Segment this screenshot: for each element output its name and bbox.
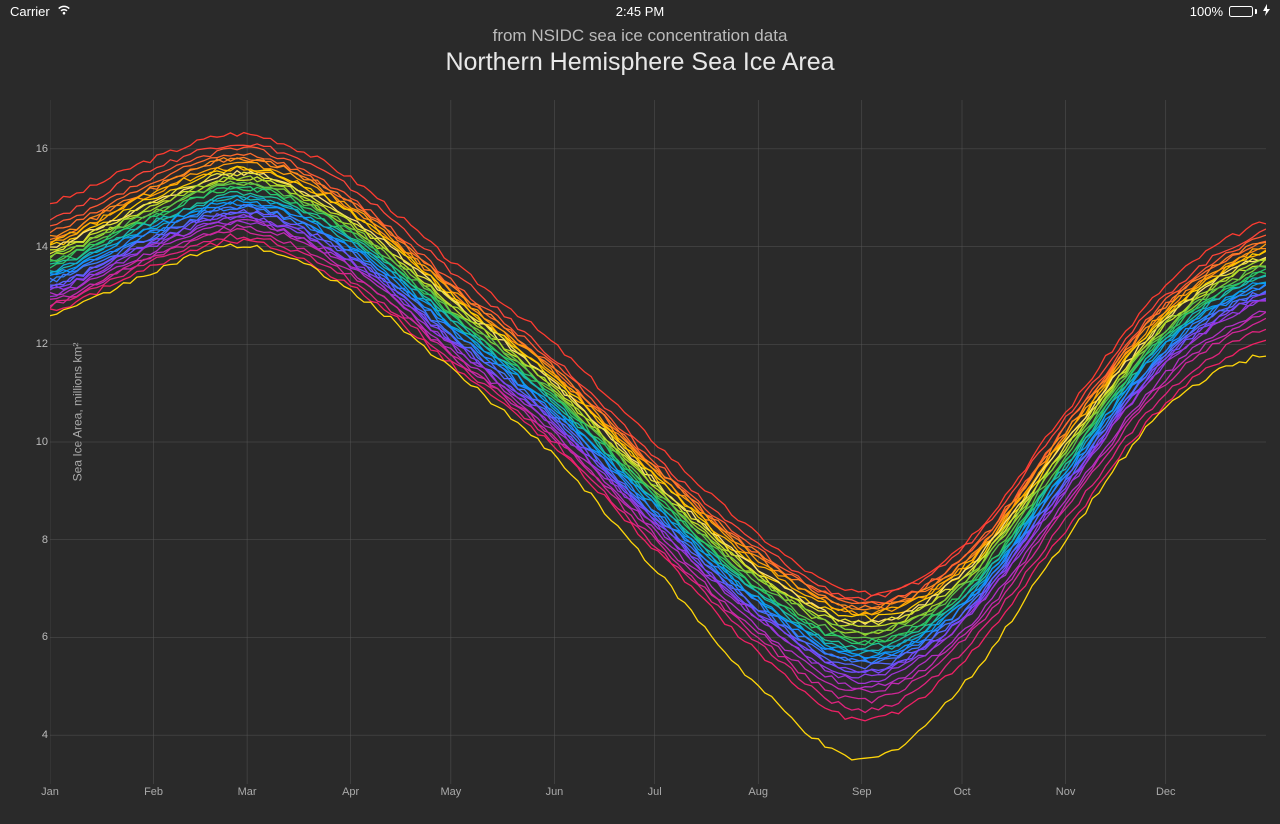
status-bar: Carrier 2:45 PM 100% (0, 0, 1280, 22)
series-line (50, 205, 1266, 664)
wifi-icon (56, 4, 72, 19)
x-tick: Jul (648, 786, 662, 798)
series-line (50, 172, 1266, 624)
y-tick: 6 (42, 631, 48, 643)
plot-svg (50, 100, 1266, 784)
y-axis-ticks: 4 6 8 10 12 14 16 (28, 100, 48, 784)
series-line (50, 176, 1266, 626)
series-line (50, 167, 1266, 616)
carrier-label: Carrier (10, 4, 50, 19)
x-tick: Jun (546, 786, 564, 798)
series-group (50, 133, 1266, 760)
y-tick: 14 (36, 241, 48, 253)
y-tick: 10 (36, 436, 48, 448)
series-line (50, 153, 1266, 604)
y-tick: 12 (36, 338, 48, 350)
series-line (50, 216, 1266, 674)
series-line (50, 147, 1266, 604)
x-tick: Dec (1156, 786, 1176, 798)
x-tick: Apr (342, 786, 359, 798)
x-tick: Jan (41, 786, 59, 798)
y-tick: 8 (42, 534, 48, 546)
x-axis-ticks: JanFebMarAprMayJunJulAugSepOctNovDec (50, 786, 1266, 806)
chart-title: Northern Hemisphere Sea Ice Area (0, 48, 1280, 77)
chart-header: from NSIDC sea ice concentration data No… (0, 26, 1280, 77)
x-tick: Oct (953, 786, 970, 798)
series-line (50, 202, 1266, 658)
chart-area: 46810121416 JanFebMarAprMayJunJulAugSepO… (50, 100, 1266, 784)
series-line (50, 221, 1266, 684)
x-tick: Mar (238, 786, 257, 798)
chart-subtitle: from NSIDC sea ice concentration data (0, 26, 1280, 46)
status-right: 100% (1190, 4, 1270, 19)
x-tick: Nov (1056, 786, 1076, 798)
x-tick: Feb (144, 786, 163, 798)
series-line (50, 205, 1266, 663)
x-tick: May (440, 786, 461, 798)
series-line (50, 234, 1266, 713)
clock-label: 2:45 PM (616, 4, 664, 19)
battery-pct-label: 100% (1190, 4, 1223, 19)
x-tick: Aug (748, 786, 768, 798)
status-time: 2:45 PM (616, 4, 664, 19)
y-tick: 4 (42, 729, 48, 741)
charging-icon (1263, 4, 1270, 19)
series-line (50, 171, 1266, 625)
y-tick: 16 (36, 143, 48, 155)
status-left: Carrier (10, 4, 72, 19)
battery-icon (1229, 6, 1257, 17)
x-tick: Sep (852, 786, 872, 798)
